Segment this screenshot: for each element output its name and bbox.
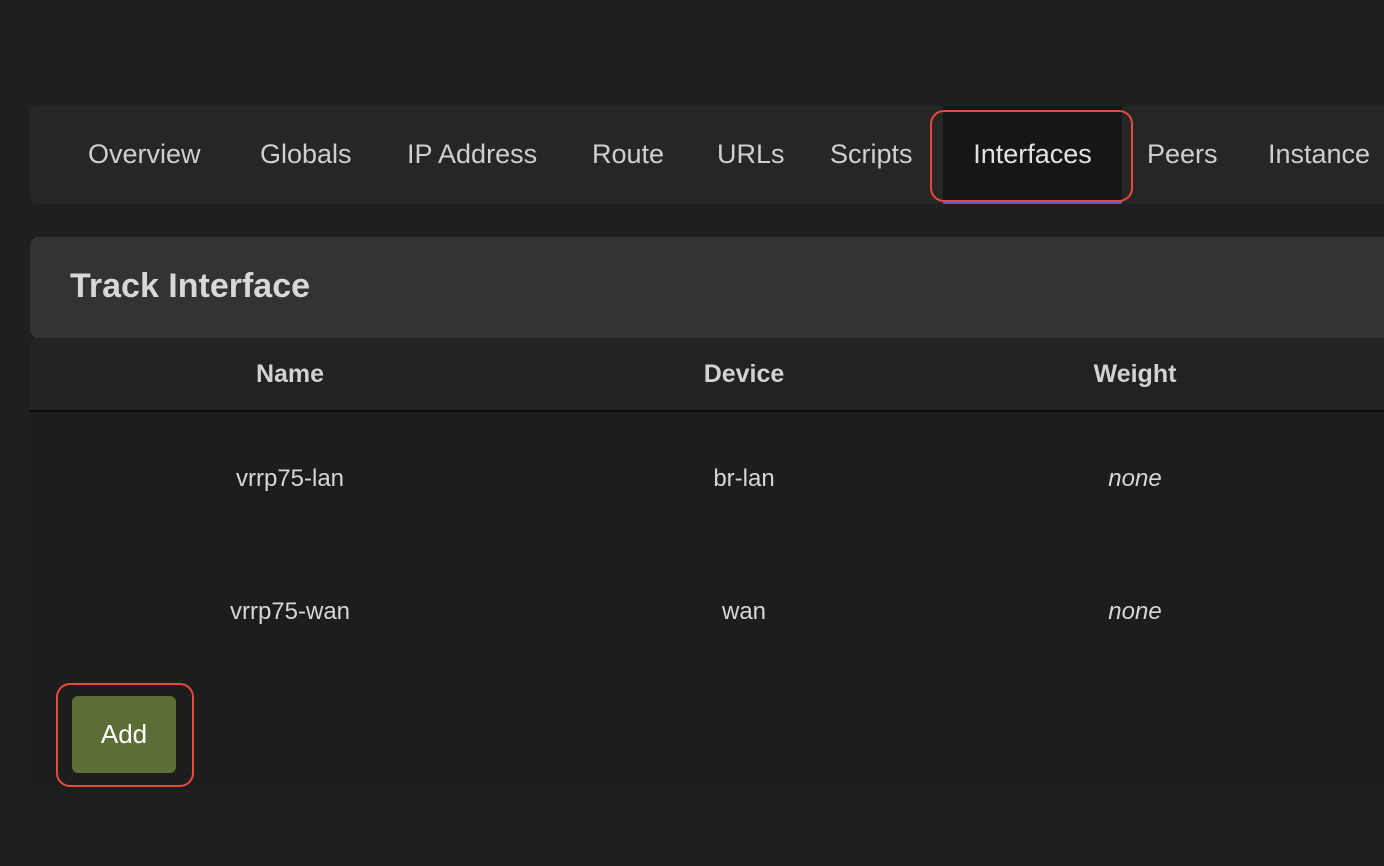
tab-interfaces[interactable]: Interfaces bbox=[943, 106, 1122, 204]
row-name: vrrp75-wan bbox=[229, 598, 351, 625]
column-header-device: Device bbox=[703, 360, 785, 388]
track-interface-section: Track Interface Name Device Weight vrrp7… bbox=[30, 237, 1384, 790]
tab-urls[interactable]: URLs bbox=[717, 106, 785, 204]
tab-interfaces-label: Interfaces bbox=[973, 139, 1092, 169]
row-device: br-lan bbox=[713, 465, 775, 492]
section-title: Track Interface bbox=[70, 267, 311, 305]
tab-route[interactable]: Route bbox=[592, 106, 664, 204]
table-header: Name Device Weight bbox=[30, 338, 1384, 412]
column-header-weight: Weight bbox=[1093, 360, 1177, 388]
table-row: vrrp75-lan br-lan none bbox=[30, 412, 1384, 545]
tab-instance[interactable]: Instance bbox=[1268, 106, 1370, 204]
row-weight: none bbox=[1108, 465, 1162, 492]
table-row: vrrp75-wan wan none bbox=[30, 545, 1384, 678]
tab-ip-address[interactable]: IP Address bbox=[407, 106, 537, 204]
row-device: wan bbox=[721, 598, 767, 625]
tab-bar: Overview Globals IP Address Route URLs S… bbox=[30, 106, 1384, 204]
tab-overview[interactable]: Overview bbox=[88, 106, 201, 204]
active-tab-indicator bbox=[943, 201, 1122, 204]
add-button[interactable]: Add bbox=[72, 696, 176, 773]
column-header-name: Name bbox=[255, 360, 325, 388]
tab-globals[interactable]: Globals bbox=[260, 106, 352, 204]
row-weight: none bbox=[1108, 598, 1162, 625]
tab-peers[interactable]: Peers bbox=[1147, 106, 1218, 204]
section-header: Track Interface bbox=[30, 237, 1384, 338]
row-name: vrrp75-lan bbox=[235, 465, 345, 492]
tab-scripts[interactable]: Scripts bbox=[830, 106, 913, 204]
